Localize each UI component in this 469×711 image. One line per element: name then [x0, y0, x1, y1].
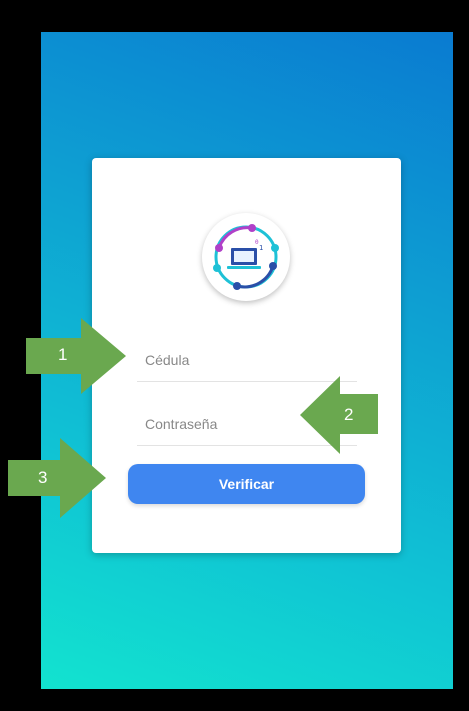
laptop-network-logo-icon: 1 0 — [202, 213, 290, 301]
callout-2: 2 — [300, 376, 378, 454]
callout-3: 3 — [8, 438, 106, 518]
verify-button[interactable]: Verificar — [128, 464, 365, 504]
callout-1-label: 1 — [58, 345, 68, 364]
login-card: 1 0 Verificar — [92, 158, 401, 553]
callout-1: 1 — [26, 318, 126, 394]
svg-text:0: 0 — [255, 239, 259, 246]
svg-text:1: 1 — [259, 244, 263, 252]
callout-3-label: 3 — [38, 468, 48, 487]
logo: 1 0 — [192, 213, 300, 301]
callout-2-label: 2 — [344, 405, 354, 424]
